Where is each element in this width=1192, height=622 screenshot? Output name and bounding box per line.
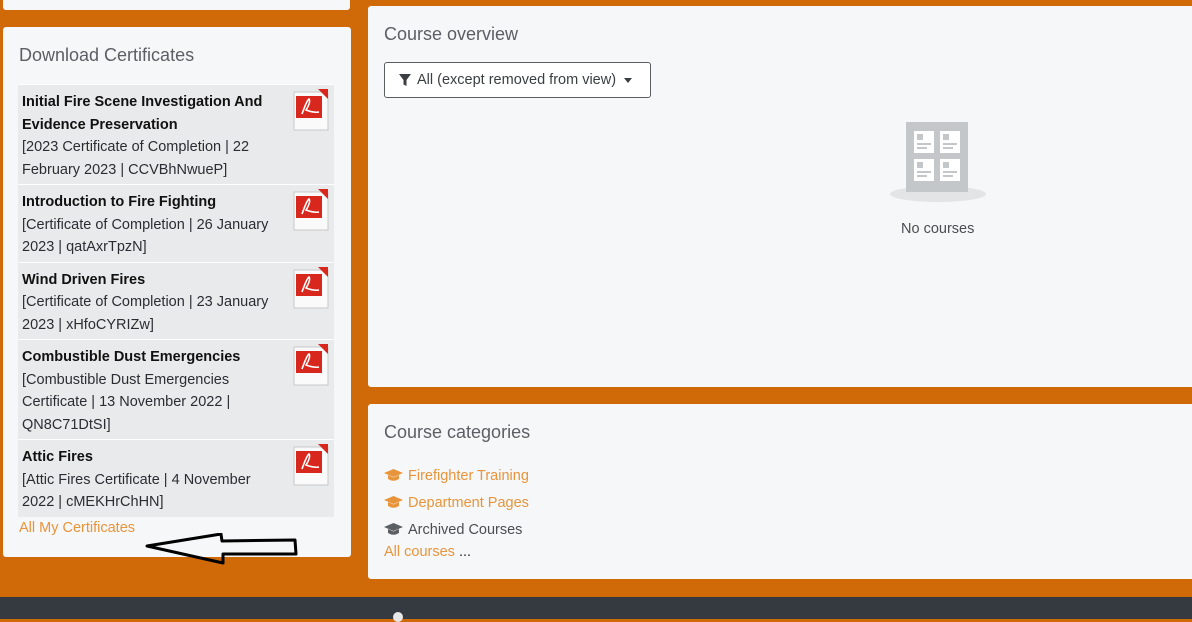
download-certificates-block: Download Certificates Initial Fire Scene… bbox=[3, 27, 351, 565]
pdf-icon[interactable] bbox=[292, 343, 330, 387]
certificate-meta: [Certificate of Completion | 23 January … bbox=[22, 294, 269, 333]
block-title: Download Certificates bbox=[19, 45, 195, 65]
certificate-name[interactable]: Attic Fires bbox=[22, 446, 286, 469]
all-courses-link[interactable]: All courses bbox=[384, 544, 455, 560]
all-my-certificates-link[interactable]: All My Certificates bbox=[19, 520, 135, 536]
certificate-item[interactable]: Attic Fires [Attic Fires Certificate | 4… bbox=[18, 439, 334, 517]
category-item-department-pages[interactable]: Department Pages bbox=[384, 489, 529, 516]
course-filter-dropdown[interactable]: All (except removed from view) bbox=[384, 62, 651, 98]
certificate-name[interactable]: Initial Fire Scene Investigation And Evi… bbox=[22, 91, 286, 136]
empty-courses-illustration bbox=[890, 122, 986, 202]
certificate-item[interactable]: Initial Fire Scene Investigation And Evi… bbox=[18, 84, 334, 184]
graduation-cap-icon bbox=[384, 496, 403, 508]
category-item-archived-courses[interactable]: Archived Courses bbox=[384, 516, 529, 543]
certificate-meta: [Attic Fires Certificate | 4 November 20… bbox=[22, 471, 251, 511]
certificate-name[interactable]: Combustible Dust Emergencies bbox=[22, 346, 286, 369]
certificate-item[interactable]: Wind Driven Fires [Certificate of Comple… bbox=[18, 261, 334, 339]
arrow-annotation-icon bbox=[145, 533, 298, 565]
category-label[interactable]: Department Pages bbox=[408, 495, 529, 511]
top-card-stub bbox=[3, 0, 350, 10]
filter-icon bbox=[399, 73, 411, 86]
certificate-meta: [2023 Certificate of Completion | 22 Feb… bbox=[22, 139, 250, 178]
all-courses-ellipsis: ... bbox=[454, 544, 472, 560]
category-list: Firefighter Training Department Pages Ar… bbox=[384, 462, 529, 543]
no-courses-text: No courses bbox=[901, 221, 975, 237]
certificate-name[interactable]: Introduction to Fire Fighting bbox=[22, 191, 286, 214]
certificate-list: Initial Fire Scene Investigation And Evi… bbox=[18, 84, 334, 517]
certificate-item[interactable]: Introduction to Fire Fighting [Certifica… bbox=[18, 184, 334, 262]
pdf-icon[interactable] bbox=[292, 88, 330, 132]
filter-label: All (except removed from view) bbox=[417, 72, 617, 88]
graduation-cap-icon bbox=[384, 523, 403, 535]
graduation-cap-icon bbox=[384, 469, 403, 481]
all-courses-row: All courses ... bbox=[384, 544, 471, 560]
page-footer bbox=[0, 597, 1192, 622]
block-title: Course overview bbox=[384, 24, 519, 44]
certificate-meta: [Certificate of Completion | 26 January … bbox=[22, 216, 269, 256]
footer-icon bbox=[393, 612, 403, 622]
certificate-meta: [Combustible Dust Emergencies Certificat… bbox=[22, 371, 231, 433]
pdf-icon[interactable] bbox=[292, 443, 330, 487]
pdf-icon[interactable] bbox=[292, 188, 330, 232]
category-item-firefighter-training[interactable]: Firefighter Training bbox=[384, 462, 529, 489]
course-overview-block: Course overview All (except removed from… bbox=[368, 6, 1192, 387]
caret-down-icon bbox=[624, 77, 633, 83]
block-title: Course categories bbox=[384, 422, 531, 442]
certificate-name[interactable]: Wind Driven Fires bbox=[22, 269, 286, 292]
category-label[interactable]: Archived Courses bbox=[408, 522, 522, 538]
certificate-item[interactable]: Combustible Dust Emergencies [Combustibl… bbox=[18, 339, 334, 439]
category-label[interactable]: Firefighter Training bbox=[408, 468, 529, 484]
pdf-icon[interactable] bbox=[292, 266, 330, 310]
course-categories-block: Course categories Firefighter Training D… bbox=[368, 404, 1192, 579]
